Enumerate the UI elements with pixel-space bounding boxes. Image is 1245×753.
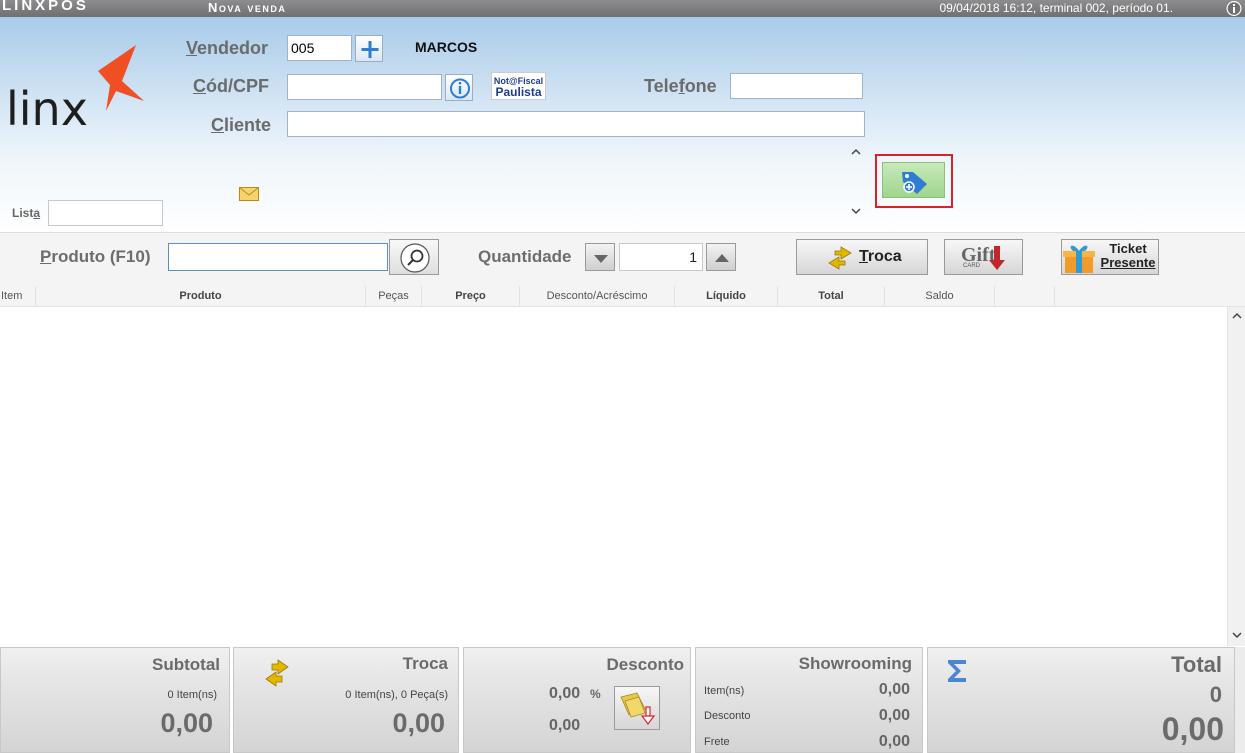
gift-card-sub: CARD <box>963 263 981 269</box>
app-name: LINXPOS <box>2 0 89 14</box>
seller-field[interactable]: 005 <box>287 35 352 61</box>
nota-fiscal-bottom: Paulista <box>495 85 542 99</box>
troca-items: 0 Item(ns), 0 Peça(s) <box>345 689 448 701</box>
chevron-up-icon <box>1232 312 1242 319</box>
showrooming-items-label: Item(ns) <box>704 685 745 697</box>
chevron-up-icon <box>851 148 861 155</box>
exchange-arrows-icon <box>828 246 852 270</box>
column-saldo[interactable]: Saldo <box>885 286 995 307</box>
quantity-increase-button[interactable] <box>706 243 736 271</box>
total-count: 0 <box>1209 682 1222 707</box>
plus-icon <box>361 41 379 58</box>
quantity-decrease-button[interactable] <box>585 243 615 271</box>
troca-label: Troca <box>859 248 902 265</box>
column-preco[interactable]: Preço <box>422 286 520 307</box>
ticket-presente-button[interactable]: Ticket Presente <box>1061 239 1159 275</box>
client-input[interactable] <box>287 111 865 137</box>
cpf-input[interactable] <box>287 74 442 100</box>
showrooming-desconto-label: Desconto <box>704 710 751 722</box>
client-label: Cliente <box>211 115 272 135</box>
column-item[interactable]: Item <box>0 286 36 307</box>
percent-sign: % <box>590 687 601 701</box>
items-grid-body[interactable] <box>0 307 1245 646</box>
column-liquido[interactable]: Líquido <box>675 286 778 307</box>
troca-title: Troca <box>402 654 448 673</box>
showrooming-frete-value: 0,00 <box>878 733 910 750</box>
desconto-value: 0,00 <box>549 717 581 734</box>
price-tag-icon <box>902 172 927 194</box>
seller-name: MARCOS <box>415 39 478 55</box>
desconto-percent: 0,00 <box>549 685 581 702</box>
logo-mark <box>98 45 144 111</box>
showrooming-frete-label: Frete <box>704 736 730 748</box>
items-grid-header: Item Produto Peças Preço Desconto/Acrésc… <box>0 286 1245 307</box>
add-tag-button[interactable] <box>882 162 945 198</box>
subtotal-title: Subtotal <box>152 655 220 674</box>
seller-label: Vendedor <box>186 38 269 58</box>
list-input[interactable] <box>48 200 163 226</box>
email-icon[interactable] <box>239 187 259 201</box>
logo-text: linx <box>6 82 88 131</box>
column-extra <box>995 286 1055 307</box>
window-title: Nova venda <box>208 0 287 15</box>
grid-scrollbar[interactable] <box>1227 307 1245 646</box>
search-icon <box>400 243 430 273</box>
desconto-title: Desconto <box>606 655 684 674</box>
product-search-input[interactable] <box>168 243 388 271</box>
total-title: Total <box>1171 652 1222 677</box>
quantity-label: Quantidade <box>478 247 572 266</box>
showrooming-items-value: 0,00 <box>878 681 910 698</box>
gift-box-icon <box>1063 245 1095 273</box>
customer-info-button[interactable] <box>445 74 473 101</box>
list-label: Lista <box>12 206 41 220</box>
desconto-panel: Desconto 0,00 % 0,00 <box>463 647 691 753</box>
seller-value: 005 <box>291 40 315 56</box>
column-produto[interactable]: Produto <box>36 286 366 307</box>
subtotal-panel: Subtotal 0 Item(ns) 0,00 <box>0 647 230 753</box>
search-product-button[interactable] <box>389 239 439 275</box>
cpf-label: Cód/CPF <box>193 76 269 96</box>
column-pecas[interactable]: Peças <box>366 286 422 307</box>
triangle-up-icon <box>715 254 729 262</box>
troca-value: 0,00 <box>392 708 445 738</box>
nota-fiscal-paulista-button[interactable]: Not@Fiscal Paulista <box>491 72 546 100</box>
showrooming-panel: Showrooming Item(ns) 0,00 Desconto 0,00 … <box>695 647 923 753</box>
linx-logo: linx <box>6 41 146 136</box>
phone-label: Telefone <box>644 76 717 96</box>
total-panel: Total 0 0,00 <box>927 647 1235 753</box>
column-desconto-acrescimo[interactable]: Desconto/Acréscimo <box>520 286 675 307</box>
session-status: 09/04/2018 16:12, terminal 002, período … <box>939 1 1173 15</box>
add-seller-button[interactable] <box>355 35 383 62</box>
total-value: 0,00 <box>1161 711 1224 747</box>
troca-panel: Troca 0 Item(ns), 0 Peça(s) 0,00 <box>233 647 459 753</box>
gift-card-arrow-icon <box>989 246 1005 270</box>
ticket-presente-label: Ticket Presente <box>1100 241 1156 270</box>
subtotal-items: 0 Item(ns) <box>167 689 217 701</box>
phone-input[interactable] <box>730 73 863 99</box>
column-total[interactable]: Total <box>778 286 885 307</box>
customer-header: linx Vendedor 005 MARCOS Cód/CPF Not@Fis… <box>0 17 1245 232</box>
info-circle-icon[interactable] <box>1225 0 1243 17</box>
sigma-icon <box>948 660 966 682</box>
title-bar: LINXPOS Nova venda 09/04/2018 16:12, ter… <box>0 0 1245 17</box>
right-edge <box>1235 647 1245 753</box>
chevron-down-icon <box>851 208 861 215</box>
header-scrollbar[interactable] <box>849 146 863 218</box>
showrooming-desconto-value: 0,00 <box>878 707 910 724</box>
triangle-down-icon <box>594 255 608 263</box>
showrooming-title: Showrooming <box>798 654 912 673</box>
discount-tag-icon <box>620 692 656 725</box>
quantity-input[interactable]: 1 <box>619 243 703 271</box>
exchange-arrows-icon <box>265 659 289 687</box>
info-icon <box>450 78 470 99</box>
gift-card-button[interactable]: Gift CARD <box>944 239 1023 275</box>
product-label: Produto (F10) <box>40 247 151 266</box>
apply-discount-button[interactable] <box>614 686 660 730</box>
subtotal-value: 0,00 <box>160 708 213 738</box>
product-bar: Produto (F10) Quantidade 1 Troca Gift CA… <box>0 232 1245 286</box>
chevron-down-icon <box>1232 632 1242 639</box>
troca-button[interactable]: Troca <box>796 239 928 275</box>
